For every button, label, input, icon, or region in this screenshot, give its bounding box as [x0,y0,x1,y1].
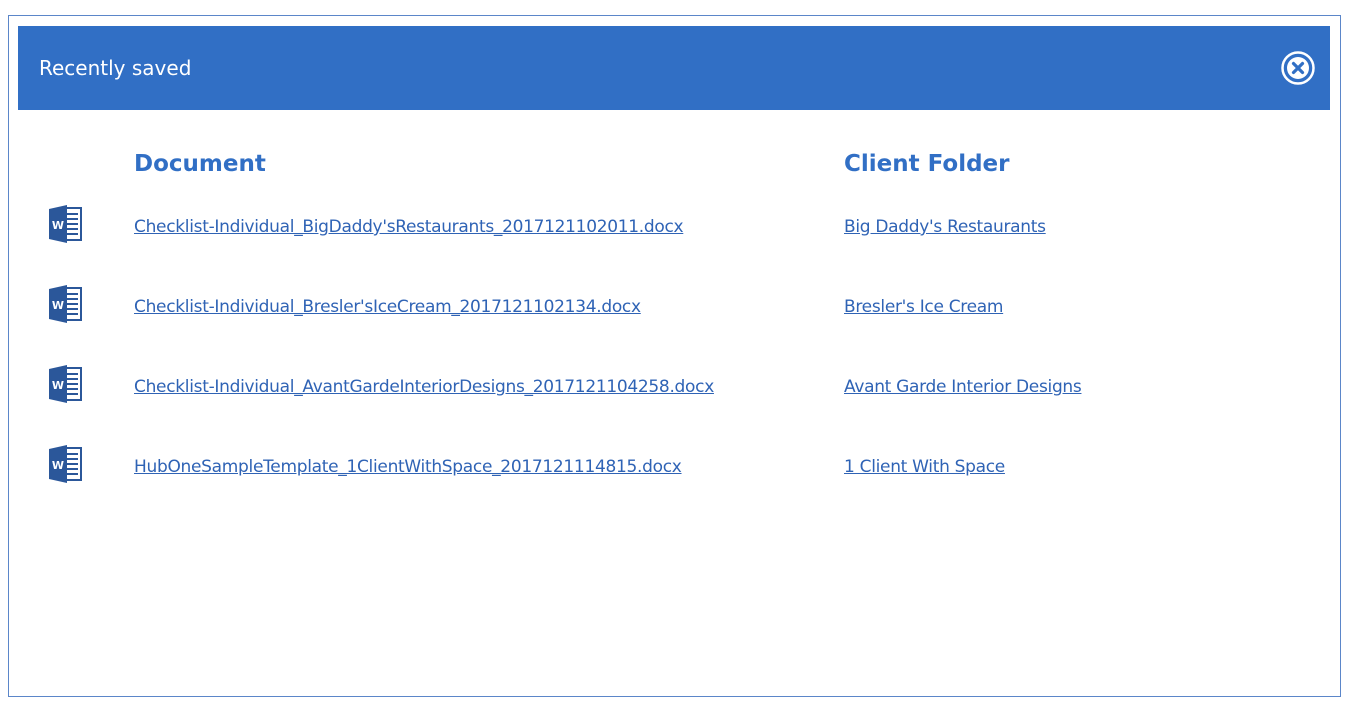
word-document-icon: W [49,205,82,243]
svg-text:W: W [52,299,64,312]
column-header-client-folder: Client Folder [844,151,1010,177]
document-link[interactable]: Checklist-Individual_AvantGardeInteriorD… [134,377,714,397]
client-folder-link[interactable]: 1 Client With Space [844,457,1005,477]
dialog-title: Recently saved [39,56,192,80]
recently-saved-dialog: Recently saved Document Client Folder W … [8,15,1341,697]
svg-text:W: W [52,219,64,232]
client-folder-link[interactable]: Avant Garde Interior Designs [844,377,1082,397]
close-circle-icon [1281,51,1315,85]
dialog-header: Recently saved [18,26,1330,110]
document-link[interactable]: HubOneSampleTemplate_1ClientWithSpace_20… [134,457,682,477]
document-link[interactable]: Checklist-Individual_BigDaddy'sRestauran… [134,217,684,237]
client-folder-link[interactable]: Big Daddy's Restaurants [844,217,1046,237]
word-document-icon: W [49,285,82,323]
document-row: W Checklist-Individual_Bresler'sIceCream… [9,284,1339,336]
word-document-icon: W [49,445,82,483]
document-row: W HubOneSampleTemplate_1ClientWithSpace_… [9,444,1339,496]
close-button[interactable] [1280,50,1316,86]
column-header-document: Document [134,151,266,177]
word-document-icon: W [49,365,82,403]
svg-text:W: W [52,379,64,392]
client-folder-link[interactable]: Bresler's Ice Cream [844,297,1003,317]
svg-text:W: W [52,459,64,472]
document-row: W Checklist-Individual_BigDaddy'sRestaur… [9,204,1339,256]
document-link[interactable]: Checklist-Individual_Bresler'sIceCream_2… [134,297,641,317]
document-row: W Checklist-Individual_AvantGardeInterio… [9,364,1339,416]
